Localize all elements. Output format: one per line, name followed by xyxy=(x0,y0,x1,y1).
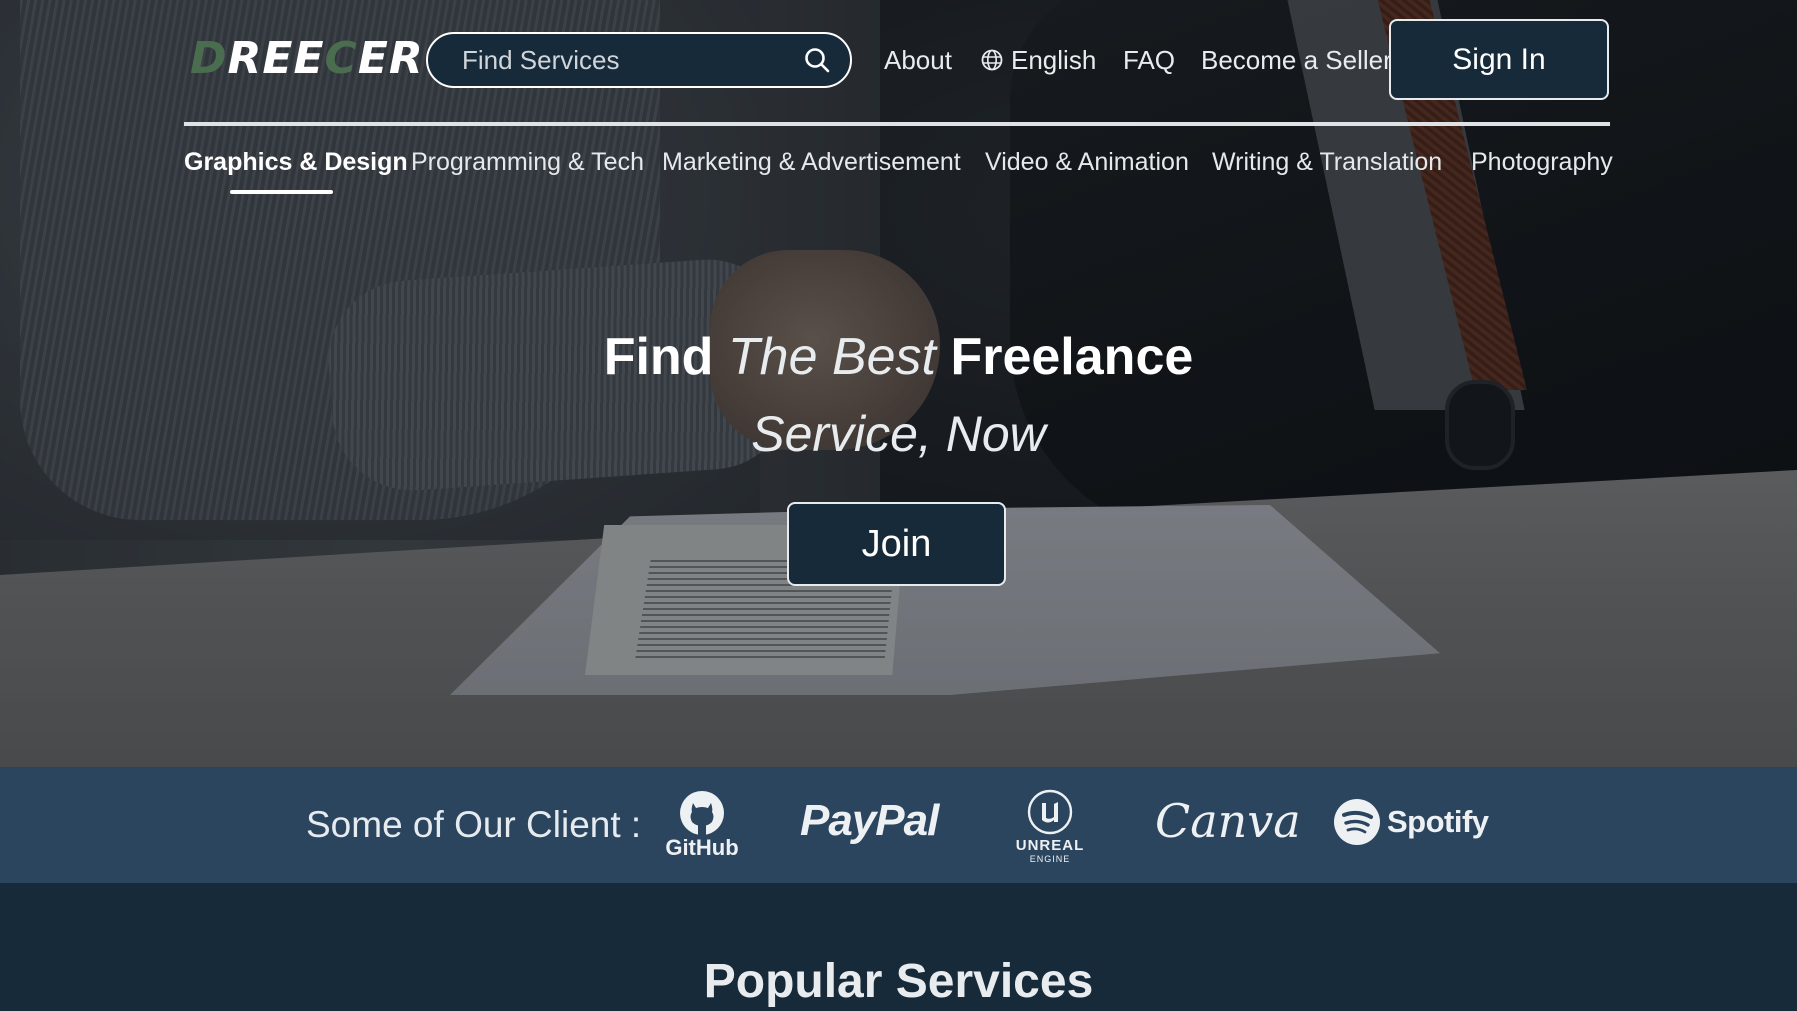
join-button[interactable]: Join xyxy=(787,502,1006,586)
canva-logo: Canva xyxy=(1155,794,1301,848)
spotify-wordmark: Spotify xyxy=(1387,804,1489,839)
tab-marketing-advertisement[interactable]: Marketing & Advertisement xyxy=(662,148,961,188)
spotify-logo: Spotify xyxy=(1333,798,1489,846)
tab-writing-translation[interactable]: Writing & Translation xyxy=(1212,148,1442,188)
logo-letter-d: D xyxy=(190,32,228,84)
sign-in-button[interactable]: Sign In xyxy=(1389,19,1609,100)
language-label: English xyxy=(1011,44,1097,75)
site-logo[interactable]: D REE C ER xyxy=(190,32,424,84)
tab-graphics-design[interactable]: Graphics & Design xyxy=(184,148,408,188)
headline-find: Find xyxy=(603,328,714,386)
unreal-icon xyxy=(1027,789,1073,834)
hero-headline: Find The Best Freelance xyxy=(0,327,1797,387)
paypal-logo: PayPal xyxy=(800,796,939,845)
engine-wordmark: ENGINE xyxy=(1029,853,1071,864)
headline-the-best: The Best xyxy=(727,328,937,386)
github-icon xyxy=(680,791,724,835)
nav-faq[interactable]: FAQ xyxy=(1123,38,1175,82)
spotify-icon xyxy=(1334,799,1380,845)
headline-freelance: Freelance xyxy=(950,328,1194,386)
unreal-engine-logo: UNREAL ENGINE xyxy=(1005,786,1095,866)
tab-video-animation[interactable]: Video & Animation xyxy=(985,148,1189,188)
active-tab-indicator xyxy=(230,190,333,194)
header-divider xyxy=(184,122,1610,126)
hero-subheadline: Service, Now xyxy=(751,406,1046,462)
github-wordmark: GitHub xyxy=(665,835,739,860)
search-icon[interactable] xyxy=(802,45,832,75)
nav-become-seller[interactable]: Become a Seller xyxy=(1201,38,1392,82)
popular-services-title: Popular Services xyxy=(703,955,1094,1008)
logo-letter-c: C xyxy=(324,32,358,84)
search-bar xyxy=(426,32,852,88)
unreal-wordmark: UNREAL xyxy=(1015,836,1085,854)
tab-programming-tech[interactable]: Programming & Tech xyxy=(411,148,644,188)
globe-icon xyxy=(981,49,1003,71)
logo-letters-ree: REE xyxy=(227,32,325,84)
language-selector[interactable]: English xyxy=(981,38,1096,82)
search-input[interactable] xyxy=(462,44,802,76)
clients-label: Some of Our Client : xyxy=(306,804,642,845)
logo-letters-er: ER xyxy=(357,32,424,84)
github-logo: GitHub xyxy=(664,786,740,864)
tab-photography[interactable]: Photography xyxy=(1471,148,1613,188)
nav-about[interactable]: About xyxy=(884,38,952,82)
